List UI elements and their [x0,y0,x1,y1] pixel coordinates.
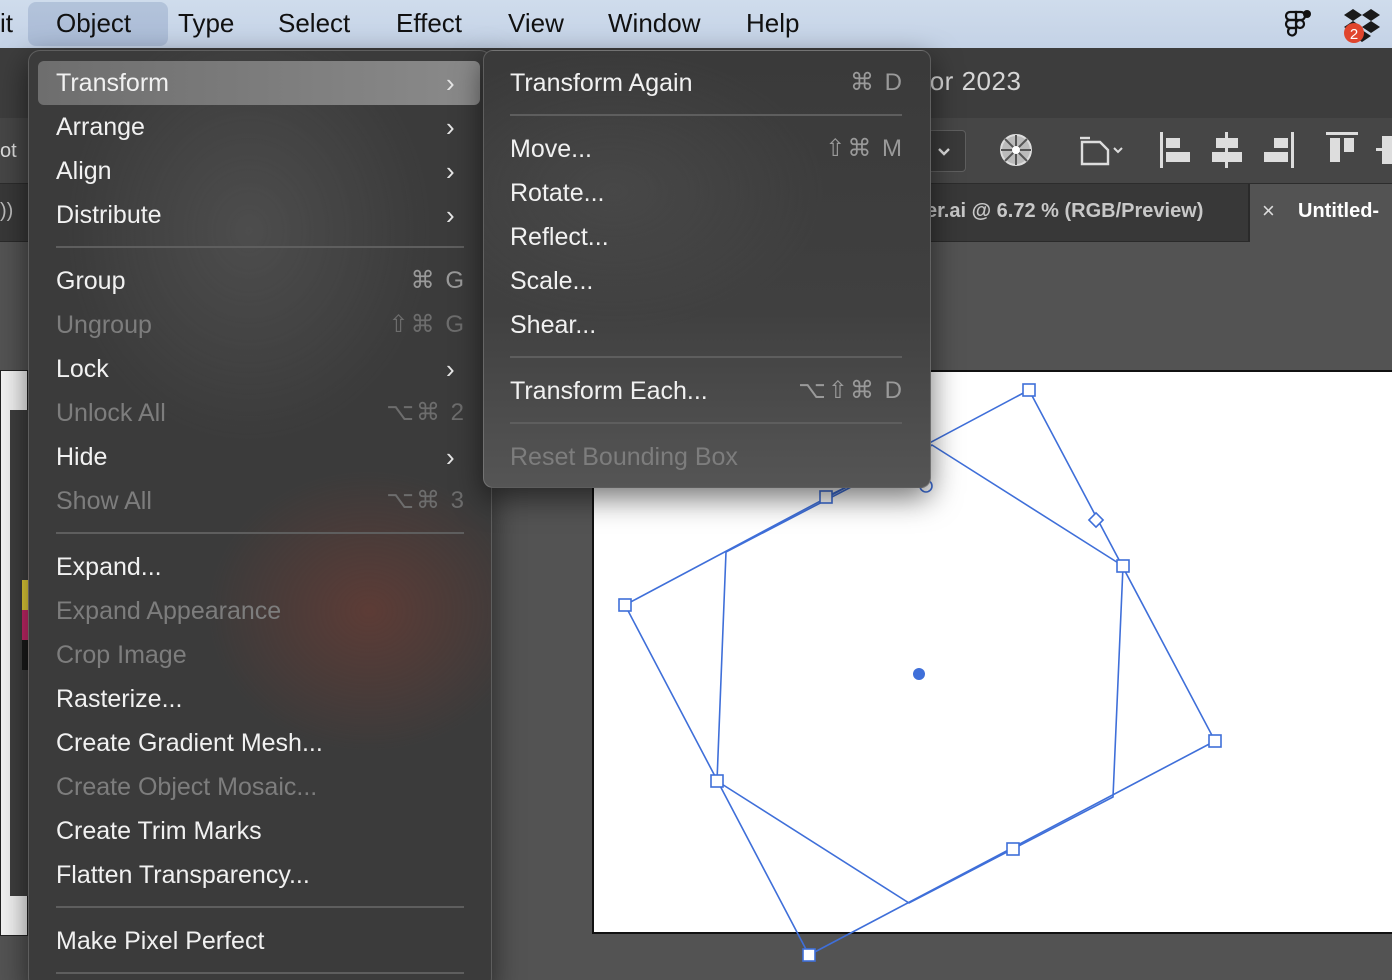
menu-item-ungroup[interactable]: Ungroup ⇧⌘ G [56,303,472,347]
menu-item-move[interactable]: Move... ⇧⌘ M [510,127,906,171]
chevron-right-icon: › [446,68,455,98]
menu-item-transform-each[interactable]: Transform Each... ⌥⇧⌘ D [510,369,906,413]
shortcut-label: ⌘ D [850,69,904,96]
menu-separator [510,114,902,116]
bbox-handle[interactable] [1006,842,1020,856]
bbox-handle[interactable] [1208,734,1222,748]
menu-separator [56,906,464,908]
shortcut-label: ⇧⌘ M [825,135,904,162]
menu-separator [56,532,464,534]
menu-item-group[interactable]: Group ⌘ G [56,259,472,303]
center-point[interactable] [913,668,925,680]
chevron-right-icon: › [446,112,455,142]
menu-item-show-all[interactable]: Show All ⌥⌘ 3 [56,479,472,523]
bbox-handle[interactable] [618,598,632,612]
menu-item-arrange[interactable]: Arrange › [56,105,472,149]
menu-separator [56,246,464,248]
bbox-handle[interactable] [802,948,816,962]
bbox-handle[interactable] [1022,383,1036,397]
chevron-right-icon: › [446,200,455,230]
bbox-handle[interactable] [710,774,724,788]
menu-separator [510,422,902,424]
shortcut-label: ⌘ G [410,267,466,294]
menu-item-align[interactable]: Align › [56,149,472,193]
menu-item-distribute[interactable]: Distribute › [56,193,472,237]
bbox-handle[interactable] [819,490,833,504]
chevron-right-icon: › [446,156,455,186]
menu-item-transform-again[interactable]: Transform Again ⌘ D [510,61,906,105]
menu-separator [56,972,464,974]
menu-item-transform[interactable]: Transform › [56,61,472,105]
shortcut-label: ⇧⌘ G [388,311,466,338]
chevron-right-icon: › [446,442,455,472]
shortcut-label: ⌥⌘ 3 [386,487,466,514]
shortcut-label: ⌥⌘ 2 [386,399,466,426]
chevron-right-icon: › [446,354,455,384]
menu-item-lock[interactable]: Lock › [56,347,472,391]
menu-item-unlock-all[interactable]: Unlock All ⌥⌘ 2 [56,391,472,435]
bbox-handle[interactable] [1116,559,1130,573]
menu-separator [510,356,902,358]
menu-item-hide[interactable]: Hide › [56,435,472,479]
shortcut-label: ⌥⇧⌘ D [798,377,904,404]
